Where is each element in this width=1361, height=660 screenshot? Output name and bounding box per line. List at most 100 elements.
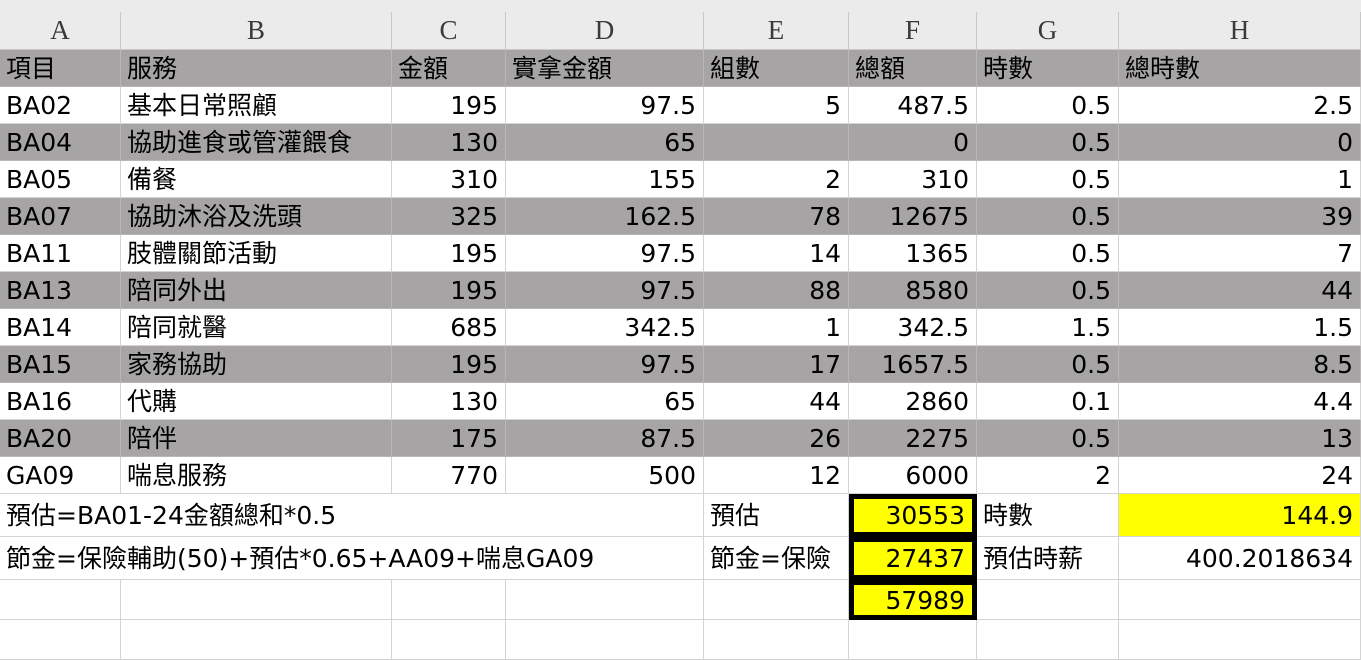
empty-cell[interactable]	[392, 620, 506, 660]
data-cell[interactable]: GA09	[0, 457, 121, 494]
data-cell[interactable]: BA15	[0, 346, 121, 383]
savings-formula-note[interactable]: 節金=保險輔助(50)+預估*0.65+AA09+喘息GA09	[0, 537, 704, 580]
data-cell[interactable]: 325	[392, 198, 506, 235]
data-cell[interactable]: 0.5	[977, 161, 1119, 198]
data-cell[interactable]: 342.5	[506, 309, 704, 346]
column-header-a[interactable]: A	[0, 12, 121, 50]
data-cell[interactable]: 44	[704, 383, 849, 420]
column-header-b[interactable]: B	[121, 12, 392, 50]
header-cell[interactable]: 總時數	[1119, 50, 1361, 87]
data-cell[interactable]: BA11	[0, 235, 121, 272]
data-cell[interactable]: BA04	[0, 124, 121, 161]
empty-cell[interactable]	[704, 620, 849, 660]
column-header-e[interactable]: E	[704, 12, 849, 50]
data-cell[interactable]: 14	[704, 235, 849, 272]
data-cell[interactable]: 500	[506, 457, 704, 494]
empty-cell[interactable]	[849, 620, 977, 660]
empty-cell[interactable]	[121, 580, 392, 620]
data-cell[interactable]: 65	[506, 124, 704, 161]
data-cell[interactable]: BA05	[0, 161, 121, 198]
data-cell[interactable]: 5	[704, 87, 849, 124]
data-cell[interactable]: 0	[1119, 124, 1361, 161]
data-cell[interactable]: 0.1	[977, 383, 1119, 420]
empty-cell[interactable]	[1119, 580, 1361, 620]
savings-value[interactable]: 27437	[849, 537, 977, 580]
data-cell[interactable]: 陪伴	[121, 420, 392, 457]
data-cell[interactable]: 1657.5	[849, 346, 977, 383]
data-cell[interactable]: 162.5	[506, 198, 704, 235]
data-cell[interactable]: 備餐	[121, 161, 392, 198]
estimate-label[interactable]: 預估	[704, 494, 849, 537]
data-cell[interactable]: 65	[506, 383, 704, 420]
data-cell[interactable]: 肢體關節活動	[121, 235, 392, 272]
data-cell[interactable]: 770	[392, 457, 506, 494]
data-cell[interactable]: 2275	[849, 420, 977, 457]
data-cell[interactable]: 2	[704, 161, 849, 198]
data-cell[interactable]: 12675	[849, 198, 977, 235]
data-cell[interactable]: 4.4	[1119, 383, 1361, 420]
data-cell[interactable]: 78	[704, 198, 849, 235]
data-cell[interactable]: 24	[1119, 457, 1361, 494]
data-cell[interactable]: 44	[1119, 272, 1361, 309]
data-cell[interactable]: 2860	[849, 383, 977, 420]
estimate-formula-note[interactable]: 預估=BA01-24金額總和*0.5	[0, 494, 704, 537]
empty-cell[interactable]	[392, 580, 506, 620]
header-cell[interactable]: 項目	[0, 50, 121, 87]
data-cell[interactable]: 155	[506, 161, 704, 198]
data-cell[interactable]: 175	[392, 420, 506, 457]
data-cell[interactable]: 88	[704, 272, 849, 309]
data-cell[interactable]: 195	[392, 87, 506, 124]
hours-value[interactable]: 144.9	[1119, 494, 1361, 537]
data-cell[interactable]: 39	[1119, 198, 1361, 235]
estimate-value[interactable]: 30553	[849, 494, 977, 537]
data-cell[interactable]: 1.5	[977, 309, 1119, 346]
empty-cell[interactable]	[977, 620, 1119, 660]
data-cell[interactable]: BA14	[0, 309, 121, 346]
data-cell[interactable]: 130	[392, 383, 506, 420]
empty-cell[interactable]	[704, 580, 849, 620]
data-cell[interactable]: 195	[392, 346, 506, 383]
data-cell[interactable]: 310	[849, 161, 977, 198]
data-cell[interactable]: 1.5	[1119, 309, 1361, 346]
data-cell[interactable]: 陪同就醫	[121, 309, 392, 346]
data-cell[interactable]: 代購	[121, 383, 392, 420]
data-cell[interactable]: 97.5	[506, 272, 704, 309]
header-cell[interactable]: 總額	[849, 50, 977, 87]
data-cell[interactable]: 685	[392, 309, 506, 346]
data-cell[interactable]: 2.5	[1119, 87, 1361, 124]
data-cell[interactable]: 協助沐浴及洗頭	[121, 198, 392, 235]
data-cell[interactable]: BA13	[0, 272, 121, 309]
data-cell[interactable]: 26	[704, 420, 849, 457]
data-cell[interactable]: 0.5	[977, 272, 1119, 309]
empty-cell[interactable]	[506, 580, 704, 620]
column-header-d[interactable]: D	[506, 12, 704, 50]
data-cell[interactable]: 97.5	[506, 346, 704, 383]
data-cell[interactable]: 協助進食或管灌餵食	[121, 124, 392, 161]
column-header-h[interactable]: H	[1119, 12, 1361, 50]
data-cell[interactable]: 0.5	[977, 198, 1119, 235]
data-cell[interactable]: 0.5	[977, 124, 1119, 161]
data-cell[interactable]: 0.5	[977, 87, 1119, 124]
data-cell[interactable]: 342.5	[849, 309, 977, 346]
data-cell[interactable]: 13	[1119, 420, 1361, 457]
header-cell[interactable]: 服務	[121, 50, 392, 87]
data-cell[interactable]: 1365	[849, 235, 977, 272]
data-cell[interactable]: 1	[704, 309, 849, 346]
total-value[interactable]: 57989	[849, 580, 977, 620]
data-cell[interactable]: BA02	[0, 87, 121, 124]
data-cell[interactable]: 17	[704, 346, 849, 383]
empty-cell[interactable]	[506, 620, 704, 660]
data-cell[interactable]: 基本日常照顧	[121, 87, 392, 124]
empty-cell[interactable]	[121, 620, 392, 660]
data-cell[interactable]: 6000	[849, 457, 977, 494]
empty-cell[interactable]	[1119, 620, 1361, 660]
data-cell[interactable]: 8580	[849, 272, 977, 309]
data-cell[interactable]: 7	[1119, 235, 1361, 272]
column-header-g[interactable]: G	[977, 12, 1119, 50]
savings-label[interactable]: 節金=保險	[704, 537, 849, 580]
hours-label[interactable]: 時數	[977, 494, 1119, 537]
data-cell[interactable]: 喘息服務	[121, 457, 392, 494]
data-cell[interactable]: 0.5	[977, 420, 1119, 457]
column-header-f[interactable]: F	[849, 12, 977, 50]
data-cell[interactable]: 310	[392, 161, 506, 198]
